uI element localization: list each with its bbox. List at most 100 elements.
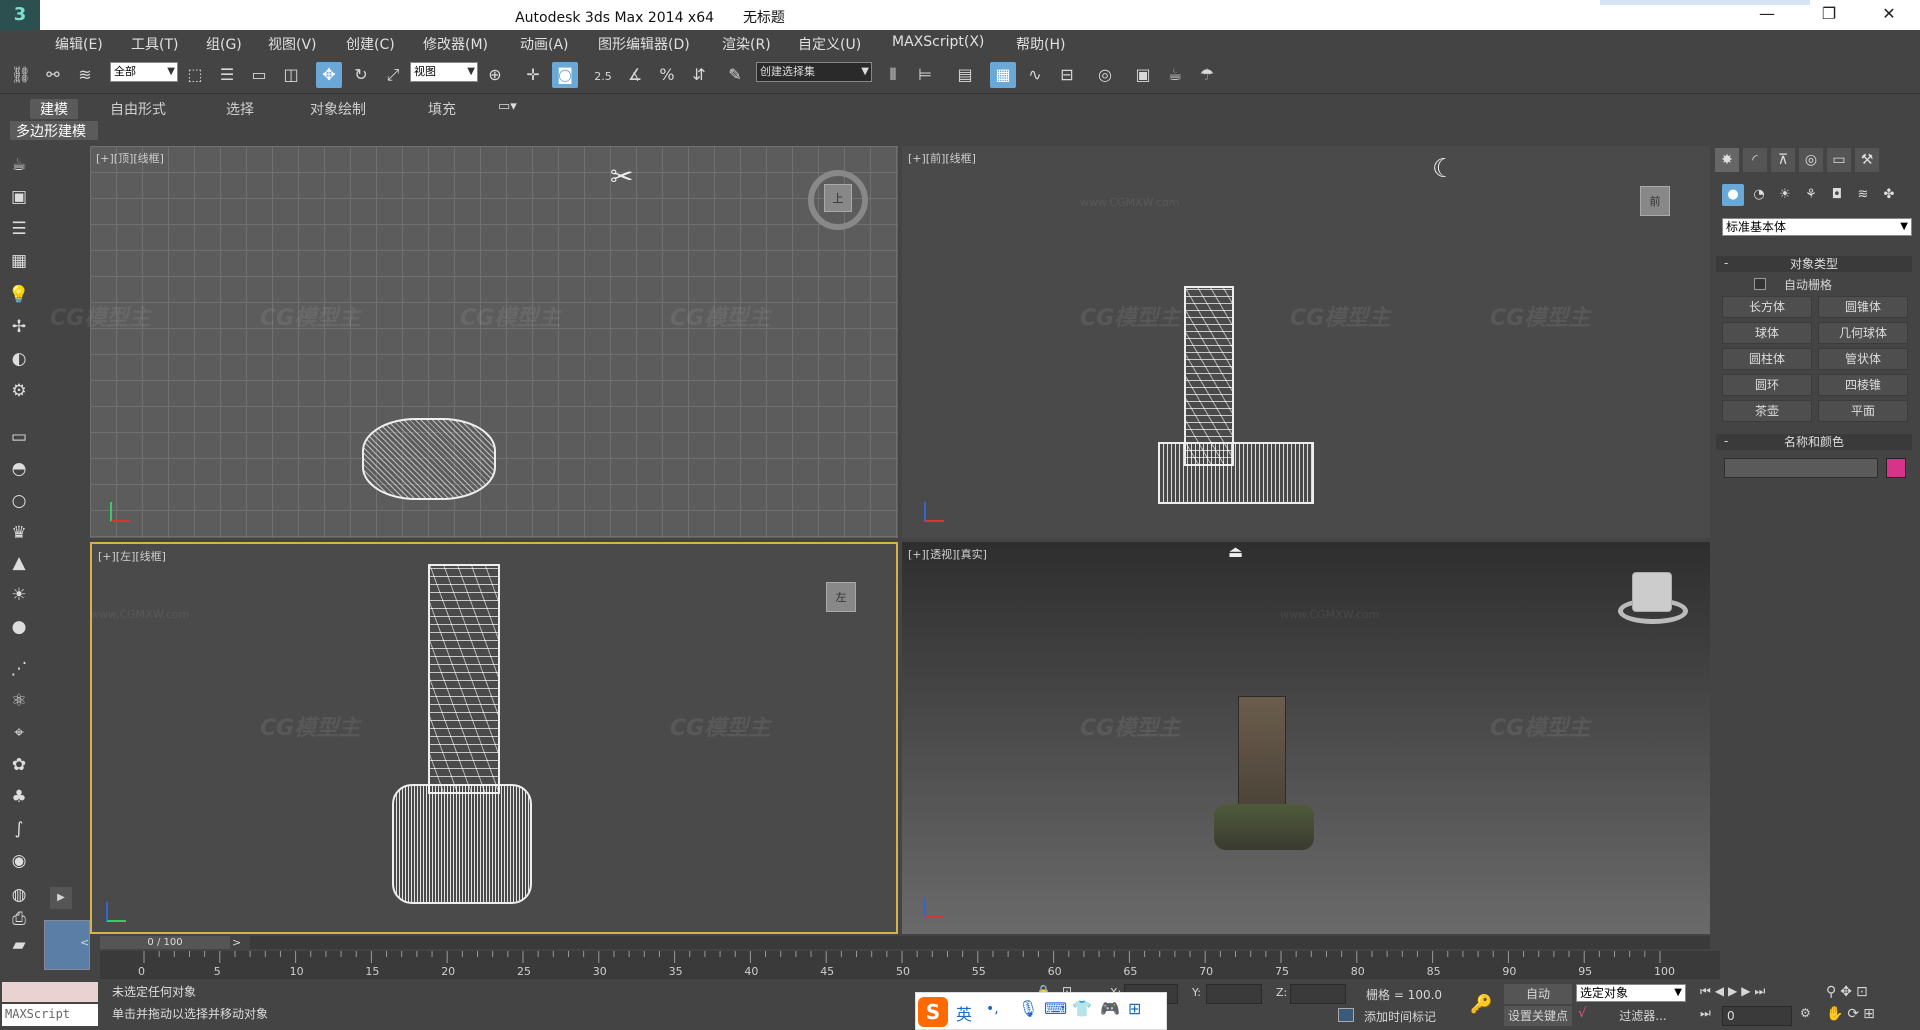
gear-icon[interactable]: ✿ xyxy=(6,752,32,778)
viewport-front[interactable]: [+][前][线框] 前 ☾ xyxy=(902,146,1710,538)
bind-space-warp-icon[interactable]: ≋ xyxy=(72,62,98,88)
time-slider-prev-icon[interactable]: < xyxy=(80,936,89,949)
render-setup-icon[interactable]: ▣ xyxy=(1130,62,1156,88)
reference-coordinate-select[interactable]: 视图 ▼ xyxy=(410,62,478,82)
rendered-frame-window-icon[interactable]: ☕ xyxy=(1162,62,1188,88)
viewport-label[interactable]: [+][顶][线框] xyxy=(96,150,164,166)
timeline-track[interactable]: 0 5 10 15 20 25 30 35 40 45 50 55 60 65 70 75 80 85 90 95 10… xyxy=(100,951,1720,979)
globe-icon[interactable]: ◍ xyxy=(6,882,32,908)
sogou-logo-icon[interactable]: S xyxy=(918,997,948,1027)
ribbon-tab-populate[interactable]: 填充 xyxy=(428,99,456,119)
hemisphere-icon[interactable]: ◓ xyxy=(6,456,32,482)
time-config-icon[interactable]: ⚙ xyxy=(1800,1006,1811,1020)
menu-modifiers[interactable]: 修改器(M) xyxy=(423,34,488,54)
viewport-label[interactable]: [+][左][线框] xyxy=(98,548,166,564)
keyboard-shortcut-toggle-icon[interactable]: ◙ xyxy=(552,62,578,88)
menu-animation[interactable]: 动画(A) xyxy=(520,34,569,54)
torus-button[interactable]: 圆环 xyxy=(1722,374,1812,396)
modify-tab-icon[interactable]: ◜ xyxy=(1743,148,1767,172)
geosphere-button[interactable]: 几何球体 xyxy=(1818,322,1908,344)
viewcube[interactable]: 左 xyxy=(826,582,856,612)
maximize-button[interactable]: ❐ xyxy=(1806,0,1852,30)
menu-customize[interactable]: 自定义(U) xyxy=(798,34,861,54)
stairs-icon[interactable]: ⋰ xyxy=(6,656,32,682)
key-mode-icon[interactable]: ⏭ xyxy=(1700,1006,1711,1021)
teapot-button[interactable]: 茶壶 xyxy=(1722,400,1812,422)
select-and-move-icon[interactable]: ✥ xyxy=(316,62,342,88)
key-filters-button[interactable]: 过滤器... xyxy=(1598,1006,1688,1026)
select-and-scale-icon[interactable]: ⤢ xyxy=(380,62,406,88)
layer-manager-icon[interactable]: ▦ xyxy=(990,62,1016,88)
display-tab-icon[interactable]: ▭ xyxy=(1827,148,1851,172)
angle-snap-icon[interactable]: ∡ xyxy=(622,62,648,88)
object-category-select[interactable]: 标准基本体 ▼ xyxy=(1722,218,1912,236)
select-and-manipulate-icon[interactable]: ✛ xyxy=(520,62,546,88)
rollout-collapse-icon[interactable]: - xyxy=(1724,256,1728,270)
script-icon[interactable]: ⎙ xyxy=(6,906,32,932)
ribbon-tab-modeling[interactable]: 建模 xyxy=(30,99,78,119)
object-type-rollout-header[interactable]: 对象类型 xyxy=(1716,256,1912,272)
utilities-tab-icon[interactable]: ⚒ xyxy=(1855,148,1879,172)
viewport-perspective[interactable]: [+][透视][真实] ⏏ xyxy=(902,542,1710,934)
menu-graph-editors[interactable]: 图形编辑器(D) xyxy=(598,34,690,54)
menu-edit[interactable]: 编辑(E) xyxy=(55,34,103,54)
ribbon-tab-freeform[interactable]: 自由形式 xyxy=(110,99,166,119)
select-by-name-icon[interactable]: ☰ xyxy=(214,62,240,88)
cone-button[interactable]: 圆锥体 xyxy=(1818,296,1908,318)
spinner-snap-icon[interactable]: ⇵ xyxy=(686,62,712,88)
microphone-icon[interactable]: 🎙 xyxy=(1018,999,1038,1018)
plane-button[interactable]: 平面 xyxy=(1818,400,1908,422)
schematic-view-icon[interactable]: ⊟ xyxy=(1054,62,1080,88)
ime-language-toggle[interactable]: 英 xyxy=(956,1001,972,1025)
hierarchy-tab-icon[interactable]: ⊼ xyxy=(1771,148,1795,172)
ribbon-options-icon[interactable]: ▭▾ xyxy=(498,99,517,114)
window-crossing-icon[interactable]: ◫ xyxy=(278,62,304,88)
pivot-center-icon[interactable]: ⊕ xyxy=(482,62,508,88)
viewcube[interactable]: 前 xyxy=(1640,186,1670,216)
lights-icon[interactable]: ☀ xyxy=(1774,184,1796,206)
menu-maxscript[interactable]: MAXScript(X) xyxy=(892,34,984,50)
pyramid-button[interactable]: 四棱锥 xyxy=(1818,374,1908,396)
set-key-button[interactable]: 设置关键点 xyxy=(1504,1006,1572,1026)
viewcube[interactable]: 上 xyxy=(824,184,852,212)
orbit-controls[interactable]: ✋⟳⊞ xyxy=(1826,1006,1879,1022)
plane-icon[interactable]: ▭ xyxy=(6,424,32,450)
sphere-icon[interactable]: ○ xyxy=(6,488,32,514)
auto-key-button[interactable]: 自动 xyxy=(1504,984,1572,1004)
mirror-icon[interactable]: ⫴ xyxy=(880,62,906,88)
molecule-icon[interactable]: ⚛ xyxy=(6,688,32,714)
key-icon[interactable]: 🔑 xyxy=(1470,994,1492,1015)
add-time-tag-icon[interactable] xyxy=(1338,1008,1354,1022)
create-tab-icon[interactable]: ✸ xyxy=(1715,148,1739,172)
ball-icon[interactable]: ● xyxy=(6,614,32,640)
object-name-field[interactable] xyxy=(1724,458,1878,478)
rollout-collapse-icon[interactable]: - xyxy=(1724,434,1728,448)
tube-button[interactable]: 管状体 xyxy=(1818,348,1908,370)
keyboard-icon[interactable]: ⌨ xyxy=(1044,999,1067,1018)
camera-icon[interactable]: ◐ xyxy=(6,346,32,372)
render-frame-icon[interactable]: ▣ xyxy=(6,184,32,210)
menu-group[interactable]: 组(G) xyxy=(206,34,242,54)
skin-icon[interactable]: 👕 xyxy=(1072,999,1092,1018)
y-coord-field[interactable] xyxy=(1206,984,1262,1004)
link-icon[interactable]: ⛓ xyxy=(8,62,34,88)
material-editor-icon[interactable]: ◎ xyxy=(1092,62,1118,88)
expand-toolbar-icon[interactable]: ▶ xyxy=(50,887,72,909)
cone-icon[interactable]: ▲ xyxy=(6,550,32,576)
z-coord-field[interactable] xyxy=(1290,984,1346,1004)
viewcube[interactable] xyxy=(1632,572,1672,612)
viewport-left[interactable]: [+][左][线框] 左 xyxy=(90,542,898,934)
time-slider-thumb[interactable]: 0 / 100 xyxy=(100,936,230,949)
game-icon[interactable]: 🎮 xyxy=(1100,999,1120,1018)
bones-icon[interactable]: ✢ xyxy=(6,314,32,340)
maxscript-listener-top[interactable] xyxy=(2,982,98,1002)
light-bulb-icon[interactable]: 💡 xyxy=(6,282,32,308)
plant-icon[interactable]: ♣ xyxy=(6,784,32,810)
rect-selection-icon[interactable]: ▭ xyxy=(246,62,272,88)
ribbon-tab-selection[interactable]: 选择 xyxy=(226,99,254,119)
viewport-label[interactable]: [+][透视][真实] xyxy=(908,546,987,562)
render-production-icon[interactable]: ☂ xyxy=(1194,62,1220,88)
toolbox-icon[interactable]: ⊞ xyxy=(1128,999,1141,1018)
key-filter-select[interactable]: 选定对象 ▼ xyxy=(1576,984,1686,1002)
cameras-icon[interactable]: ⚘ xyxy=(1800,184,1822,206)
